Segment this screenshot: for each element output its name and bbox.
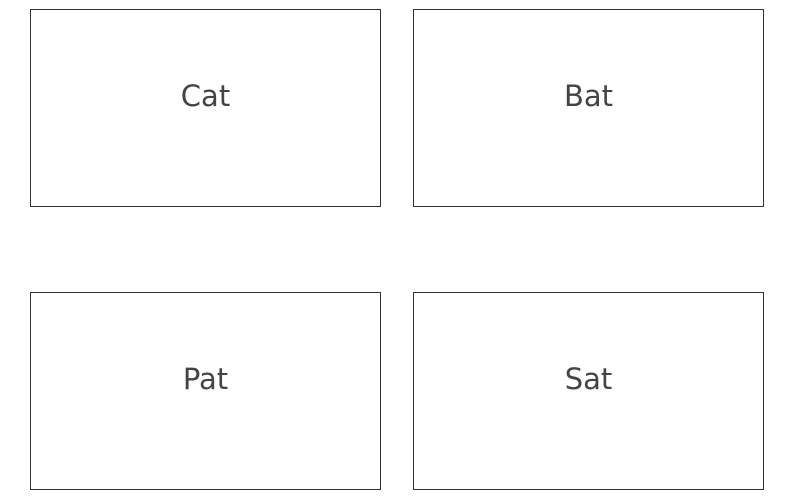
word-card-bat[interactable]: Bat <box>413 9 764 207</box>
word-card-cat[interactable]: Cat <box>30 9 381 207</box>
word-card-pat[interactable]: Pat <box>30 292 381 490</box>
word-card-label: Sat <box>564 362 613 396</box>
word-card-sat[interactable]: Sat <box>413 292 764 490</box>
word-card-label: Bat <box>563 79 614 113</box>
word-card-label: Pat <box>182 362 229 396</box>
word-card-label: Cat <box>180 79 231 113</box>
word-card-grid: Cat Bat Pat Sat <box>0 0 792 503</box>
